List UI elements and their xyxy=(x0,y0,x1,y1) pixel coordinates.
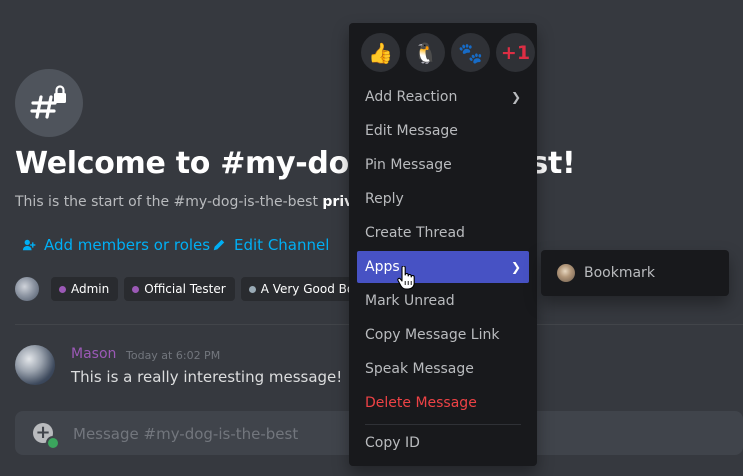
submenu-item-bookmark[interactable]: Bookmark xyxy=(549,257,721,289)
welcome-subtitle: This is the start of the #my-dog-is-the-… xyxy=(15,194,379,210)
thumbs-up-icon: 👍 xyxy=(368,40,393,65)
message-timestamp: Today at 6:02 PM xyxy=(126,349,221,362)
menu-item-pin-message[interactable]: Pin Message xyxy=(357,149,529,181)
submenu-item-label: Bookmark xyxy=(584,265,655,281)
reaction-thumbs-up[interactable]: 👍 xyxy=(361,33,400,72)
menu-item-label: Speak Message xyxy=(365,361,474,377)
menu-item-apps[interactable]: Apps ❯ xyxy=(357,251,529,283)
menu-item-copy-message-link[interactable]: Copy Message Link xyxy=(357,319,529,351)
app-avatar xyxy=(557,264,575,282)
edit-channel-button[interactable]: Edit Channel xyxy=(212,236,329,254)
menu-item-add-reaction[interactable]: Add Reaction ❯ xyxy=(357,81,529,113)
menu-item-reply[interactable]: Reply xyxy=(357,183,529,215)
menu-item-mark-unread[interactable]: Mark Unread xyxy=(357,285,529,317)
menu-item-label: Create Thread xyxy=(365,225,465,241)
menu-item-label: Copy ID xyxy=(365,435,420,451)
reaction-penguin[interactable]: 🐧 xyxy=(406,33,445,72)
menu-item-create-thread[interactable]: Create Thread xyxy=(357,217,529,249)
reaction-custom[interactable]: 🐾 xyxy=(451,33,490,72)
message-text: This is a really interesting message! xyxy=(71,368,343,386)
role-color-dot xyxy=(59,285,66,293)
menu-item-edit-message[interactable]: Edit Message xyxy=(357,115,529,147)
chevron-right-icon: ❯ xyxy=(510,90,521,104)
menu-item-label: Copy Message Link xyxy=(365,327,500,343)
add-user-icon xyxy=(22,239,36,251)
role-label: Official Tester xyxy=(144,282,226,296)
menu-item-label: Mark Unread xyxy=(365,293,455,309)
pencil-icon xyxy=(213,239,225,251)
roles-row: Admin Official Tester A Very Good Bot xyxy=(15,277,368,301)
menu-item-label: Apps xyxy=(365,259,400,275)
hashtag-lock-icon xyxy=(30,85,66,119)
role-label: Admin xyxy=(71,282,110,296)
reaction-plus-one[interactable]: +1 xyxy=(496,33,535,72)
role-label: A Very Good Bot xyxy=(260,282,359,296)
avatar[interactable] xyxy=(15,345,55,385)
welcome-subtitle-text: This is the start of the #my-dog-is-the-… xyxy=(15,194,323,210)
role-chip-admin[interactable]: Admin xyxy=(51,277,119,301)
message-context-menu: 👍 🐧 🐾 +1 Add Reaction ❯ Edit Message Pin… xyxy=(349,23,537,466)
custom-emoji-icon: 🐾 xyxy=(458,40,483,65)
role-color-dot xyxy=(248,285,256,293)
quick-reactions: 👍 🐧 🐾 +1 xyxy=(361,33,535,72)
menu-item-delete-message[interactable]: Delete Message xyxy=(357,387,529,419)
bot-avatar xyxy=(15,277,39,301)
menu-item-copy-id[interactable]: Copy ID xyxy=(357,427,529,459)
role-chip-official-tester[interactable]: Official Tester xyxy=(124,277,235,301)
message-author[interactable]: Mason xyxy=(71,346,116,362)
role-color-dot xyxy=(132,285,140,293)
edit-channel-label: Edit Channel xyxy=(234,236,330,254)
channel-icon xyxy=(15,69,83,137)
penguin-icon: 🐧 xyxy=(413,40,438,65)
menu-item-label: Pin Message xyxy=(365,157,452,173)
hand-pointer-icon xyxy=(397,266,415,290)
apps-submenu: Bookmark xyxy=(541,250,729,296)
menu-item-label: Add Reaction xyxy=(365,89,458,105)
status-badge xyxy=(46,436,60,450)
menu-item-label: Edit Message xyxy=(365,123,458,139)
menu-item-label: Delete Message xyxy=(365,395,477,411)
add-members-button[interactable]: Add members or roles xyxy=(22,236,210,254)
plus-one-icon: +1 xyxy=(500,41,531,64)
add-members-label: Add members or roles xyxy=(44,236,211,254)
menu-item-label: Reply xyxy=(365,191,404,207)
menu-item-speak-message[interactable]: Speak Message xyxy=(357,353,529,385)
menu-separator xyxy=(365,424,521,425)
chevron-right-icon: ❯ xyxy=(510,260,521,274)
